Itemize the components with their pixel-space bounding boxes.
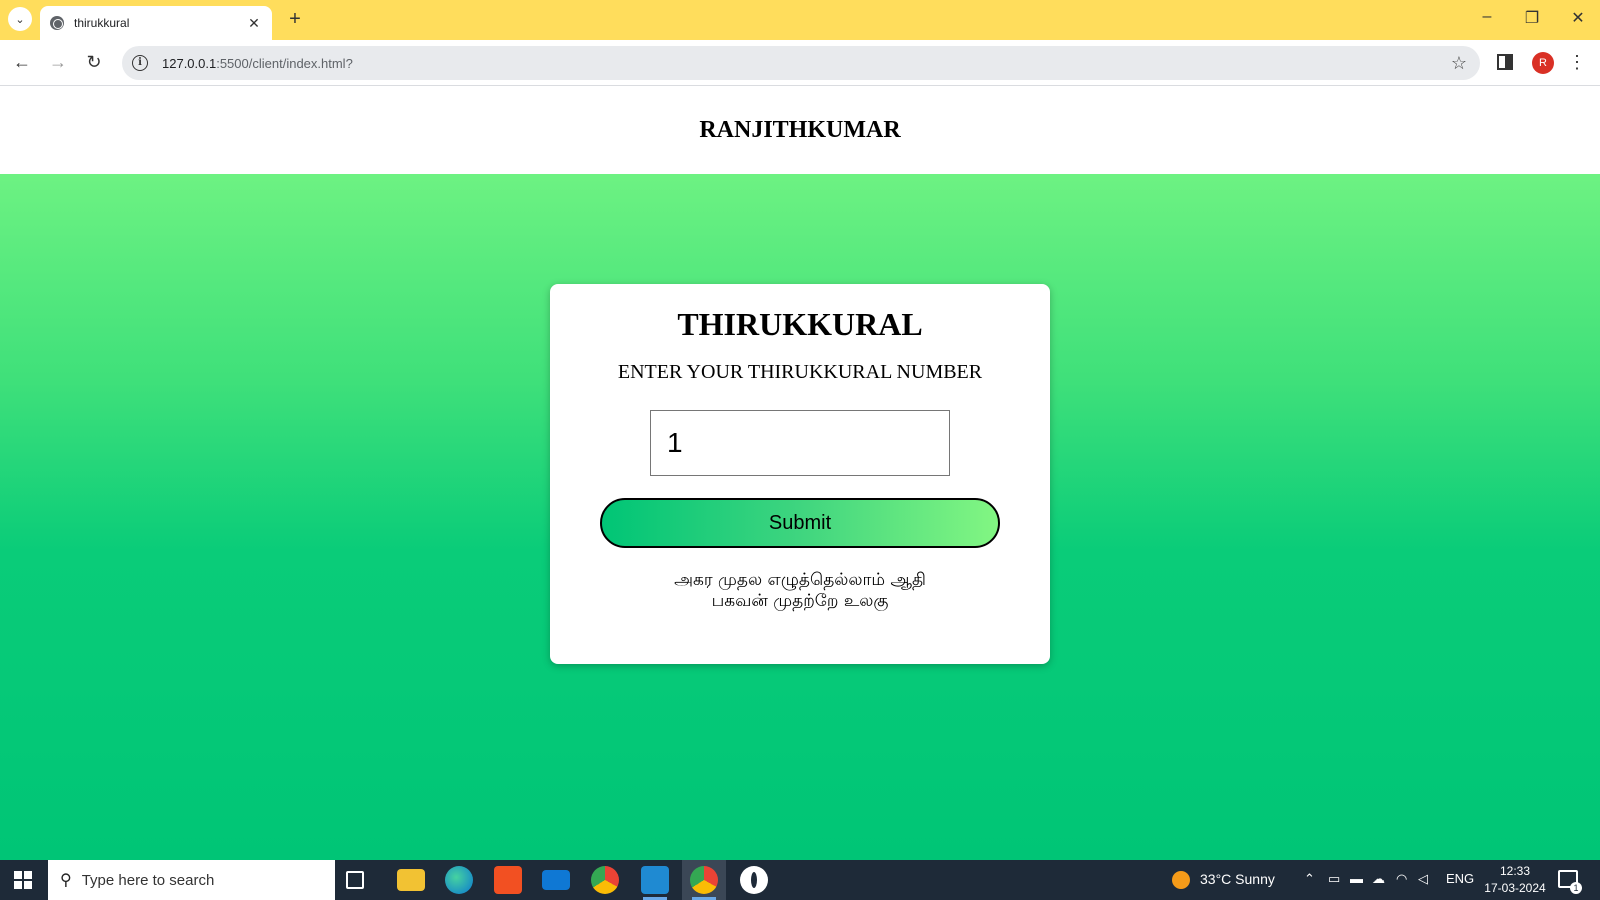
thirukkural-card: THIRUKKURAL ENTER YOUR THIRUKKURAL NUMBE… [550, 284, 1050, 664]
minimize-icon[interactable]: – [1475, 8, 1499, 26]
battery-icon[interactable]: ▬ [1350, 871, 1363, 886]
side-panel-icon[interactable] [1497, 54, 1513, 70]
meet-icon[interactable]: ▭ [1328, 871, 1340, 887]
mongodb-compass-icon[interactable] [740, 866, 768, 894]
kural-number-input[interactable] [650, 410, 950, 476]
page-main: THIRUKKURAL ENTER YOUR THIRUKKURAL NUMBE… [0, 174, 1600, 860]
web-page: RANJITHKUMAR THIRUKKURAL ENTER YOUR THIR… [0, 86, 1600, 860]
page-title: RANJITHKUMAR [699, 116, 901, 143]
taskbar-search-box[interactable]: ⚲ Type here to search [48, 860, 335, 900]
onedrive-icon[interactable]: ☁ [1372, 871, 1385, 887]
site-info-icon[interactable]: i [132, 55, 148, 71]
chrome-profile-icon[interactable] [690, 866, 718, 900]
show-hidden-icons-icon[interactable]: ⌃ [1304, 871, 1315, 887]
notification-count: 1 [1570, 882, 1582, 894]
card-title: THIRUKKURAL [677, 306, 923, 342]
globe-icon [50, 16, 64, 30]
browser-tab[interactable]: thirukkural ✕ [40, 6, 272, 40]
number-prompt-label: ENTER YOUR THIRUKKURAL NUMBER [617, 361, 983, 383]
weather-text[interactable]: 33°C Sunny [1200, 871, 1275, 887]
language-indicator[interactable]: ENG [1446, 871, 1474, 886]
clock-date: 17-03-2024 [1484, 881, 1546, 895]
windows-start-icon[interactable] [14, 871, 32, 889]
mail-icon[interactable] [542, 870, 570, 890]
kural-text: அகர முதல எழுத்தெல்லாம் ஆதி பகவன் முதற்றே… [550, 570, 1050, 612]
edge-icon[interactable] [445, 866, 473, 894]
chrome-icon[interactable] [591, 866, 619, 894]
search-icon: ⚲ [60, 872, 72, 889]
volume-icon[interactable]: ◁ [1418, 871, 1428, 887]
file-explorer-icon[interactable] [397, 869, 425, 891]
back-icon[interactable]: ← [10, 52, 34, 73]
tab-close-icon[interactable]: ✕ [246, 15, 262, 32]
tab-title: thirukkural [74, 16, 130, 30]
browser-tab-strip: ⌄ thirukkural ✕ + – ❐ ✕ [0, 0, 1600, 40]
browser-toolbar: ← → ↻ i 127.0.0.1:5500/client/index.html… [0, 40, 1600, 86]
kural-line-1: அகர முதல எழுத்தெல்லாம் ஆதி [674, 570, 926, 590]
store-icon[interactable] [494, 866, 522, 894]
restore-icon[interactable]: ❐ [1520, 8, 1544, 28]
page-header: RANJITHKUMAR [0, 86, 1600, 174]
url-text[interactable]: 127.0.0.1:5500/client/index.html? [162, 56, 1444, 71]
wifi-icon[interactable]: ◠ [1396, 871, 1407, 887]
address-bar[interactable]: i 127.0.0.1:5500/client/index.html? ☆ [122, 46, 1480, 80]
kural-line-2: பகவன் முதற்றே உலகு [711, 591, 889, 611]
taskbar: ⚲ Type here to search 33°C Sunny ⌃ ▭ ▬ ☁… [0, 860, 1600, 900]
task-view-icon[interactable] [346, 871, 364, 889]
submit-button[interactable]: Submit [600, 498, 1000, 548]
taskbar-search-placeholder: Type here to search [81, 871, 215, 889]
close-window-icon[interactable]: ✕ [1566, 8, 1590, 28]
weather-sun-icon[interactable] [1172, 871, 1190, 889]
clock-time: 12:33 [1499, 864, 1531, 878]
vscode-icon[interactable] [641, 866, 669, 900]
browser-menu-icon[interactable]: ⋮ [1568, 52, 1586, 72]
reload-icon[interactable]: ↻ [82, 52, 106, 73]
forward-icon[interactable]: → [46, 52, 70, 73]
new-tab-button[interactable]: + [283, 8, 307, 32]
tab-search-icon[interactable]: ⌄ [8, 7, 32, 31]
bookmark-star-icon[interactable]: ☆ [1444, 53, 1474, 74]
clock[interactable]: 12:33 17-03-2024 [1480, 863, 1550, 897]
profile-avatar[interactable]: R [1532, 52, 1554, 74]
